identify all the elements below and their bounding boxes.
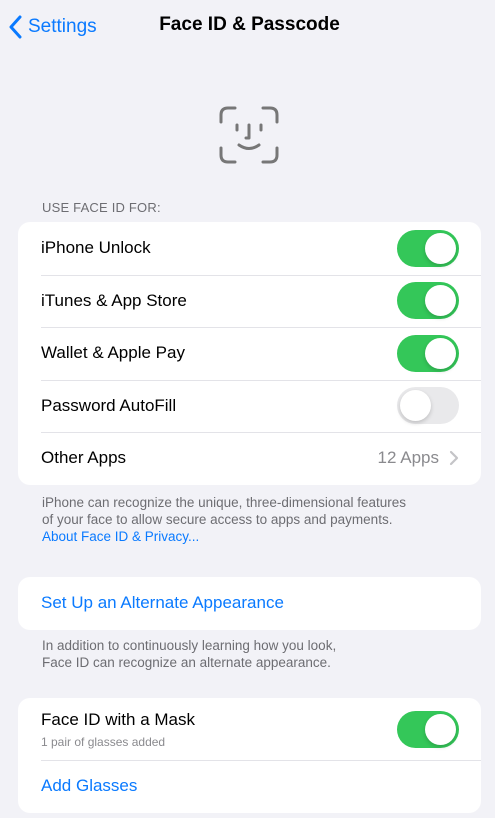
toggle-knob [425,285,456,317]
row-password-autofill: Password AutoFill [18,379,481,433]
toggle-knob [425,713,456,745]
row-set-up-alternate[interactable]: Set Up an Alternate Appearance [18,577,481,630]
row-add-glasses[interactable]: Add Glasses [18,760,481,813]
row-label: iTunes & App Store [41,290,187,310]
footer-text-line: iPhone can recognize the unique, three-d… [42,495,406,510]
face-id-with-mask-toggle[interactable] [397,710,459,748]
toggle-knob [425,232,456,264]
row-label: Wallet & Apple Pay [41,343,185,363]
footer-text-line: In addition to continuously learning how… [42,638,337,653]
row-itunes-app-store: iTunes & App Store [18,274,481,328]
row-other-apps[interactable]: Other Apps 12 Apps [18,432,481,485]
row-face-id-with-mask: Face ID with a Mask 1 pair of glasses ad… [18,698,481,760]
iphone-unlock-toggle[interactable] [397,229,459,267]
row-label: Password AutoFill [41,395,177,415]
other-apps-detail: 12 Apps [378,448,459,468]
set-up-alternate-appearance-button[interactable]: Set Up an Alternate Appearance [41,593,284,613]
face-id-icon [219,106,279,164]
section-header-use-face-id: USE FACE ID FOR: [42,200,161,215]
add-glasses-button[interactable]: Add Glasses [41,776,137,796]
mask-group: Face ID with a Mask 1 pair of glasses ad… [18,698,481,813]
toggle-knob [425,337,456,369]
use-face-id-group: iPhone Unlock iTunes & App Store Wallet … [18,222,481,485]
wallet-apple-pay-toggle[interactable] [397,334,459,372]
other-apps-count: 12 Apps [377,448,439,468]
navigation-bar: Settings Face ID & Passcode [0,0,495,56]
glasses-count-text: 1 pair of glasses added [41,734,166,749]
mask-label-stack: Face ID with a Mask 1 pair of glasses ad… [41,710,397,749]
row-wallet-apple-pay: Wallet & Apple Pay [18,327,481,380]
row-label: Face ID with a Mask [41,709,195,729]
password-autofill-toggle[interactable] [397,387,459,425]
face-id-footer: iPhone can recognize the unique, three-d… [42,494,462,545]
about-face-id-privacy-link[interactable]: About Face ID & Privacy... [42,528,462,545]
chevron-right-icon [449,451,459,466]
row-label: Other Apps [41,448,127,468]
toggle-knob [400,390,431,422]
row-iphone-unlock: iPhone Unlock [18,222,481,275]
row-label: iPhone Unlock [41,238,151,258]
page-title: Face ID & Passcode [159,14,340,35]
alternate-appearance-footer: In addition to continuously learning how… [42,637,462,671]
alternate-appearance-group: Set Up an Alternate Appearance [18,577,481,630]
footer-text-line: of your face to allow secure access to a… [42,512,393,527]
itunes-app-store-toggle[interactable] [397,282,459,320]
footer-text-line: Face ID can recognize an alternate appea… [42,655,331,670]
